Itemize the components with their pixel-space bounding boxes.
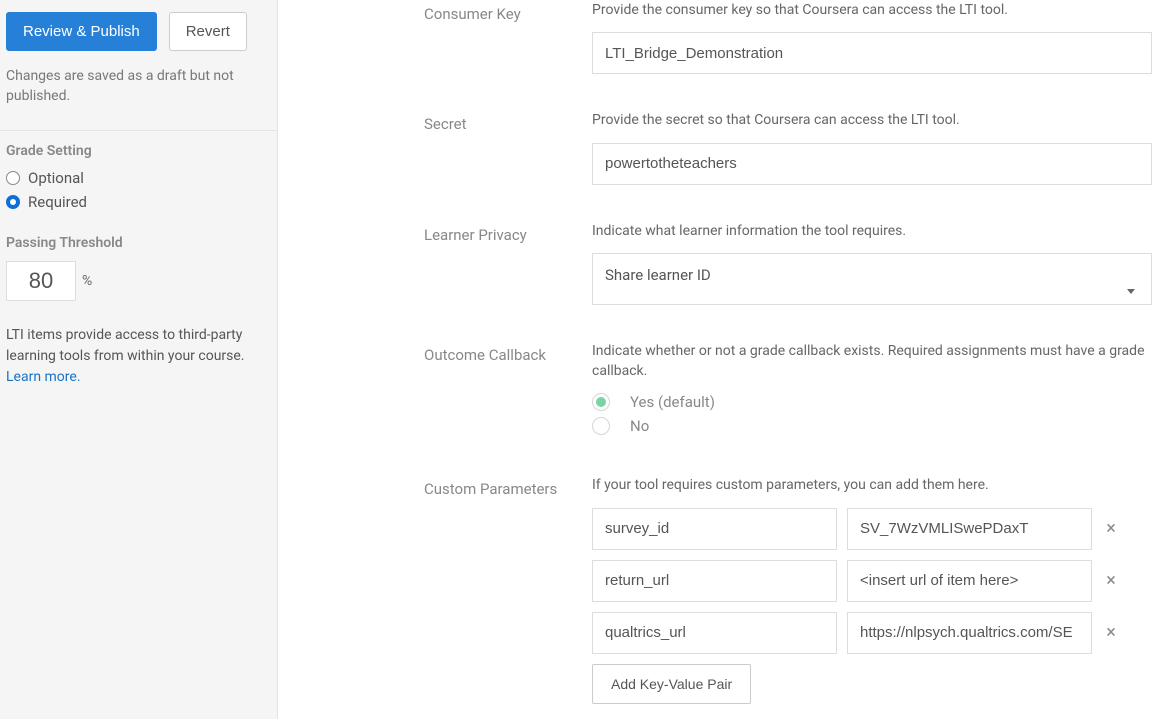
secret-label: Secret (424, 115, 467, 133)
param-row: × (592, 612, 1152, 654)
grade-option-label: Optional (28, 169, 84, 187)
learner-privacy-select[interactable]: Share learner ID (592, 253, 1152, 305)
param-value-input[interactable] (847, 560, 1092, 602)
learner-privacy-help: Indicate what learner information the to… (592, 221, 1152, 241)
radio-icon (592, 393, 610, 411)
outcome-callback-help: Indicate whether or not a grade callback… (592, 341, 1152, 382)
param-key-input[interactable] (592, 560, 837, 602)
learner-privacy-label: Learner Privacy (424, 226, 527, 244)
chevron-down-icon (1127, 289, 1135, 294)
custom-params-help: If your tool requires custom parameters,… (592, 475, 1152, 495)
outcome-yes[interactable]: Yes (default) (592, 393, 1152, 411)
consumer-key-input[interactable] (592, 32, 1152, 74)
main-form: Consumer Key Provide the consumer key so… (278, 0, 1165, 719)
param-key-input[interactable] (592, 508, 837, 550)
param-row: × (592, 508, 1152, 550)
consumer-key-help: Provide the consumer key so that Courser… (592, 0, 1152, 20)
learner-privacy-selected: Share learner ID (605, 266, 711, 284)
close-icon[interactable]: × (1102, 622, 1120, 643)
param-value-input[interactable] (847, 508, 1092, 550)
draft-note: Changes are saved as a draft but not pub… (6, 67, 271, 106)
param-row: × (592, 560, 1152, 602)
secret-help: Provide the secret so that Coursera can … (592, 110, 1152, 130)
radio-icon (6, 171, 20, 185)
consumer-key-label: Consumer Key (424, 5, 521, 23)
grade-setting-group: Optional Required (6, 169, 271, 211)
outcome-callback-group: Yes (default) No (592, 393, 1152, 435)
grade-option-label: Required (28, 193, 87, 211)
outcome-no-label: No (630, 417, 649, 435)
radio-icon (592, 417, 610, 435)
revert-button[interactable]: Revert (169, 12, 247, 51)
secret-input[interactable] (592, 143, 1152, 185)
add-key-value-button[interactable]: Add Key-Value Pair (592, 664, 751, 704)
close-icon[interactable]: × (1102, 570, 1120, 591)
custom-params-label: Custom Parameters (424, 480, 557, 498)
outcome-yes-label: Yes (default) (630, 393, 715, 411)
grade-setting-heading: Grade Setting (6, 143, 271, 159)
radio-icon (6, 195, 20, 209)
learn-more-link[interactable]: Learn more. (6, 369, 81, 385)
sidebar: Review & Publish Revert Changes are save… (0, 0, 278, 719)
passing-threshold-input[interactable] (6, 261, 76, 301)
review-publish-button[interactable]: Review & Publish (6, 12, 157, 51)
outcome-no[interactable]: No (592, 417, 1152, 435)
grade-option-optional[interactable]: Optional (6, 169, 271, 187)
param-value-input[interactable] (847, 612, 1092, 654)
passing-threshold-heading: Passing Threshold (6, 235, 271, 251)
lti-help-text: LTI items provide access to third-party … (6, 325, 271, 388)
param-key-input[interactable] (592, 612, 837, 654)
percent-label: % (82, 273, 92, 289)
close-icon[interactable]: × (1102, 518, 1120, 539)
grade-option-required[interactable]: Required (6, 193, 271, 211)
outcome-callback-label: Outcome Callback (424, 346, 546, 364)
